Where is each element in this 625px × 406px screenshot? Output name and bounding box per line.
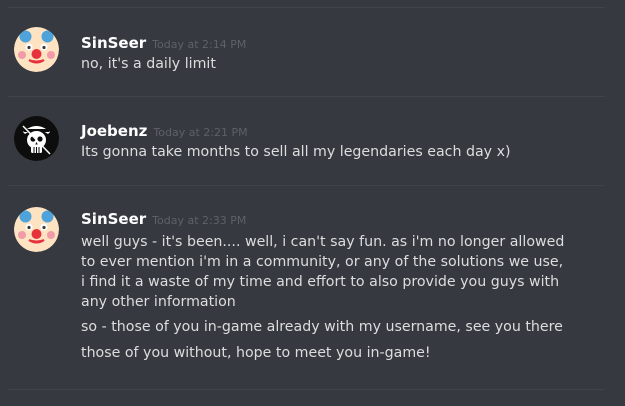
avatar[interactable] (14, 207, 59, 252)
timestamp: Today at 2:14 PM (152, 38, 247, 51)
message-header: SinSeer Today at 2:33 PM (81, 209, 246, 228)
clown-face-icon (14, 27, 59, 72)
message-group: SinSeer Today at 2:14 PM no, it's a daily… (0, 0, 625, 96)
message-group: SinSeer Today at 2:33 PM well guys - it's… (0, 185, 625, 389)
message-header: Joebenz Today at 2:21 PM (81, 121, 248, 140)
username[interactable]: Joebenz (81, 122, 147, 140)
avatar[interactable] (14, 27, 59, 72)
clown-face-icon (14, 207, 59, 252)
timestamp: Today at 2:33 PM (152, 214, 247, 227)
message-text: so - those of you in-game already with m… (81, 319, 563, 335)
username[interactable]: SinSeer (81, 34, 146, 52)
message-text: Its gonna take months to sell all my leg… (81, 144, 511, 160)
message-header: SinSeer Today at 2:14 PM (81, 33, 246, 52)
timestamp: Today at 2:21 PM (153, 126, 248, 139)
message-text: no, it's a daily limit (81, 56, 216, 72)
message-text: well guys - it's been.... well, i can't … (81, 234, 565, 310)
message-divider (8, 389, 605, 390)
avatar[interactable] (14, 116, 59, 161)
username[interactable]: SinSeer (81, 210, 146, 228)
message-text: those of you without, hope to meet you i… (81, 345, 431, 361)
message-group: Joebenz Today at 2:21 PM Its gonna take m… (0, 96, 625, 185)
pirate-skull-icon (14, 116, 59, 161)
